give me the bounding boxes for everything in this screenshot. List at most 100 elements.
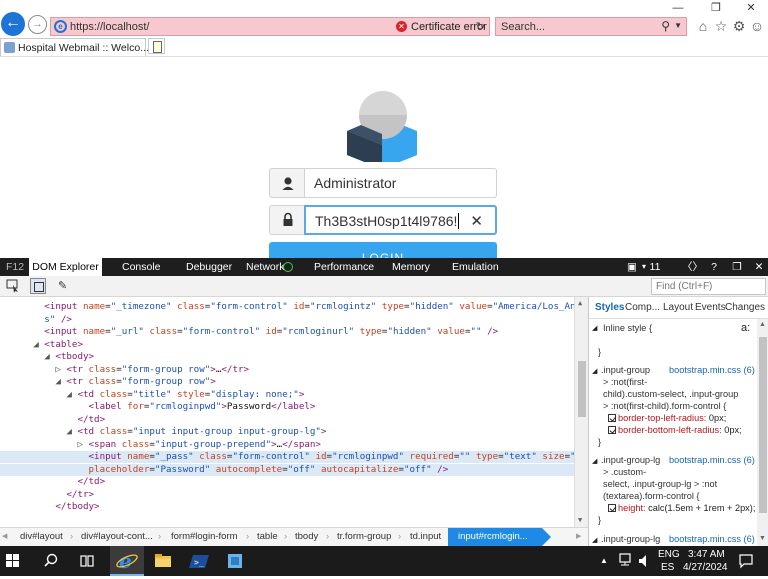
rule3-selector[interactable]: .input-group-lg [601,533,660,545]
password-input[interactable]: Th3B3stH0sp1t4l9786! ✕ [304,205,497,235]
dom-line-selected[interactable]: <input name="_pass" class="form-control"… [0,451,588,464]
rule1-selector[interactable]: .input-group [601,364,650,376]
tab-emulation[interactable]: Emulation [452,258,499,276]
find-input[interactable]: Find (Ctrl+F) [651,278,766,295]
dom-line[interactable]: </tr> [0,489,574,501]
styles-scrollbar-thumb[interactable] [759,337,767,513]
breadcrumb-item[interactable]: table [257,528,278,546]
checkbox-icon[interactable] [608,414,616,422]
styles-scrollbar[interactable]: ▲ ▼ [757,319,768,546]
tab-layout[interactable]: Layout [663,302,693,313]
scroll-right-icon[interactable]: ▶ [576,528,581,546]
windows-start-icon[interactable] [6,554,20,568]
username-input[interactable]: Administrator [304,168,497,198]
breadcrumb-item[interactable]: form#login-form [171,528,238,546]
tab-events[interactable]: Events [695,302,726,313]
breadcrumb-item[interactable]: tbody [295,528,318,546]
breadcrumb-item[interactable]: div#layout-cont... [81,528,153,546]
breadcrumb-item[interactable]: tr.form-group [337,528,391,546]
dom-line[interactable]: </td> [0,476,574,488]
volume-icon[interactable] [638,553,652,569]
dom-line[interactable]: ▷ <span class="input-group-prepend">…</s… [0,439,574,451]
task-view-icon[interactable] [76,546,98,576]
settings-icon[interactable]: ⚙ [730,18,748,35]
select-element-icon[interactable] [6,279,20,293]
notification-icon[interactable] [738,553,754,569]
search-input[interactable]: Search... [501,21,545,33]
breadcrumb-item[interactable]: td.input [410,528,441,546]
search-bar[interactable]: Search... ⚲ ▼ [495,17,687,36]
rule2-selector[interactable]: .input-group-lg [601,454,660,466]
dom-line-selected[interactable]: placeholder="Password" autocomplete="off… [0,463,574,476]
tab-dom-explorer[interactable]: DOM Explorer [29,258,102,276]
browser-tab[interactable]: Hospital Webmail :: Welco... [0,38,149,56]
new-tab-button[interactable] [148,38,165,54]
scroll-up-icon[interactable]: ▲ [578,299,582,307]
back-icon[interactable]: ← [1,12,25,36]
clear-icon[interactable]: ✕ [470,212,483,230]
cert-error-icon[interactable]: ✕ [396,21,407,32]
prop-value[interactable]: 0px; [724,425,741,435]
clock-date[interactable]: 4/27/2024 [683,562,728,573]
home-icon[interactable]: ⌂ [694,18,712,34]
tab-styles[interactable]: Styles [595,302,624,313]
rule1-selector[interactable]: child).custom-select, .input-group [603,388,738,400]
scroll-down-icon[interactable]: ▼ [578,516,582,524]
chevron-down-icon[interactable]: ◢ [592,366,597,378]
rule1-prop[interactable]: border-bottom-left-radius: 0px; [608,424,742,436]
rule2-selector[interactable]: select, .input-group-lg > :not [603,478,717,490]
tab-network[interactable]: Network [246,258,285,276]
favorites-icon[interactable]: ☆ [712,18,730,35]
checkbox-icon[interactable] [608,504,616,512]
rule2-source-link[interactable]: bootstrap.min.css (6) [669,454,755,466]
tray-chevron-up-icon[interactable]: ▲ [600,556,614,566]
screen-icon[interactable]: ▣ [624,258,640,276]
scroll-left-icon[interactable]: ◀ [2,528,7,546]
dom-line[interactable]: </tbody> [0,501,574,513]
scroll-down-icon[interactable]: ▼ [759,535,766,542]
refresh-icon[interactable]: ↻ [476,20,485,33]
search-icon[interactable]: ⚲ [661,19,670,33]
server-manager-icon[interactable] [222,546,248,576]
rule2-prop[interactable]: height: calc(1.5em + 1rem + 2px); [608,502,755,514]
dom-line[interactable]: s" /> [0,314,574,326]
rule1-source-link[interactable]: bootstrap.min.css (6) [669,364,755,376]
search-icon[interactable] [40,546,62,576]
dom-line[interactable]: ◢ <td class="input input-group input-gro… [0,426,574,438]
console-toggle-icon[interactable]: 〈〉 [682,258,703,276]
chevron-down-icon[interactable]: ◢ [592,535,597,546]
smiley-icon[interactable]: ☺ [748,18,766,34]
dom-tree[interactable]: <input name="_timezone" class="form-cont… [0,297,588,527]
tab-computed[interactable]: Comp... [625,302,660,313]
tab-performance[interactable]: Performance [314,258,374,276]
help-icon[interactable]: ? [708,258,720,276]
rule1-prop[interactable]: border-top-left-radius: 0px; [608,412,726,424]
tab-changes[interactable]: Changes [725,302,765,313]
dom-line[interactable]: </td> [0,414,574,426]
rule2-selector[interactable]: (textarea).form-control { [603,490,700,502]
record-icon[interactable] [283,262,293,272]
chevron-down-icon[interactable]: ◢ [592,323,597,335]
inline-style-label[interactable]: Inline style { [603,322,652,334]
highlight-icon[interactable] [30,278,46,294]
chevron-down-icon[interactable]: ◢ [592,456,597,468]
dom-line[interactable]: <label for="rcmloginpwd">Password</label… [0,401,574,413]
dom-line[interactable]: ◢ <table> [0,339,574,351]
close-window-button[interactable]: ✕ [733,0,768,16]
tab-debugger[interactable]: Debugger [186,258,232,276]
file-explorer-icon[interactable] [150,546,176,576]
checkbox-icon[interactable] [608,426,616,434]
scroll-up-icon[interactable]: ▲ [759,321,766,328]
rule1-selector[interactable]: > :not(first- [603,376,647,388]
dom-line[interactable]: ◢ <td class="title" style="display: none… [0,389,574,401]
breadcrumb-item-active[interactable]: input#rcmlogin... [448,528,551,546]
url-text[interactable]: https://localhost/ [70,21,150,33]
close-devtools-icon[interactable]: ✕ [752,258,766,276]
dom-line[interactable]: <input name="_timezone" class="form-cont… [0,301,588,313]
minimize-button[interactable]: — [660,0,696,16]
breadcrumb-item[interactable]: div#layout [20,528,63,546]
dom-scrollbar-thumb[interactable] [578,361,586,417]
chevron-down-icon[interactable]: ▾ [640,258,648,276]
restore-button[interactable]: ❐ [698,0,734,16]
powershell-icon[interactable]: >_ [186,546,212,576]
